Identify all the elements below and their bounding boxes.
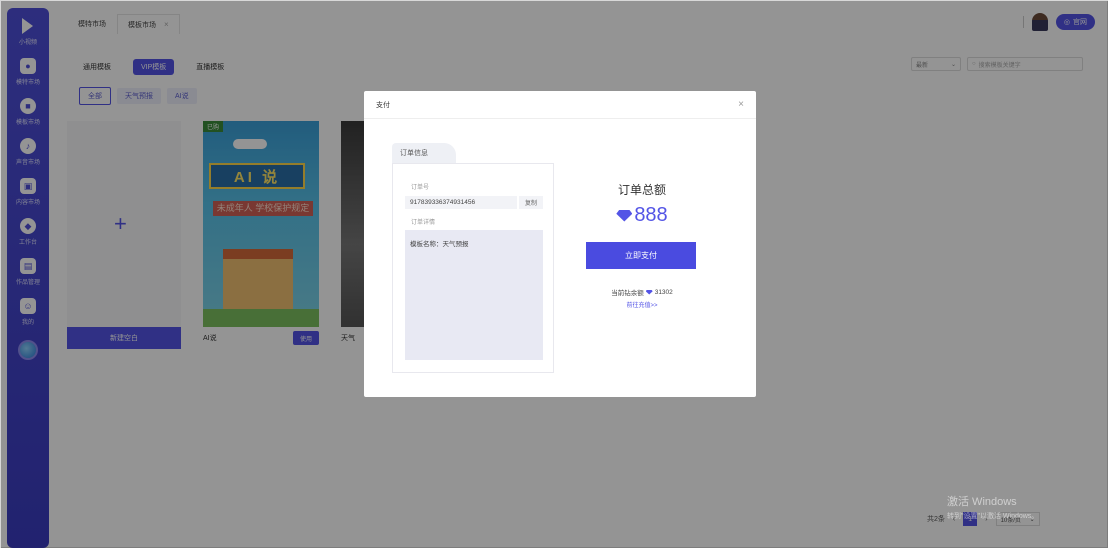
order-info-tab[interactable]: 订单信息 xyxy=(392,143,456,163)
recharge-link[interactable]: 前往充值>> xyxy=(586,300,698,309)
balance-label: 当前钻余额 xyxy=(611,290,644,297)
order-detail-label: 订单详情 xyxy=(411,220,436,226)
order-detail-box: 模板名称：天气预报 xyxy=(405,230,543,360)
watermark-line2: 转到"设置"以激活 Windows。 xyxy=(947,513,1039,520)
order-total-amount: 888 xyxy=(586,204,698,227)
order-info-panel: 订单号 917839336374931456 复制 订单详情 模板名称：天气预报 xyxy=(392,163,554,373)
watermark-line1: 激活 Windows xyxy=(947,496,1017,508)
close-icon[interactable]: × xyxy=(738,99,744,110)
order-number-label: 订单号 xyxy=(411,185,430,191)
copy-button[interactable]: 复制 xyxy=(519,196,543,209)
order-total-value: 888 xyxy=(634,204,668,226)
order-number-field: 917839336374931456 xyxy=(405,196,517,209)
diamond-icon xyxy=(616,209,633,222)
windows-activation-watermark: 激活 Windows 转到"设置"以激活 Windows。 xyxy=(947,493,1038,521)
order-summary: 订单总额 888 xyxy=(586,181,698,227)
balance-value: 31302 xyxy=(654,288,673,296)
diamond-icon xyxy=(645,289,653,295)
payment-dialog: 支付 × 订单信息 订单号 917839336374931456 复制 订单详情… xyxy=(364,91,756,397)
dialog-header: 支付 × xyxy=(364,91,756,119)
dialog-title: 支付 xyxy=(376,101,390,109)
order-total-title: 订单总额 xyxy=(617,183,666,197)
pay-now-button[interactable]: 立即支付 xyxy=(586,242,696,269)
app-window: 小视频 ● 模特市场 ■ 模板市场 ♪ 声音市场 ▣ 内容市场 ◆ 工作台 ▤ … xyxy=(0,0,1108,548)
diamond-balance: 当前钻余额 31302 xyxy=(586,287,698,298)
